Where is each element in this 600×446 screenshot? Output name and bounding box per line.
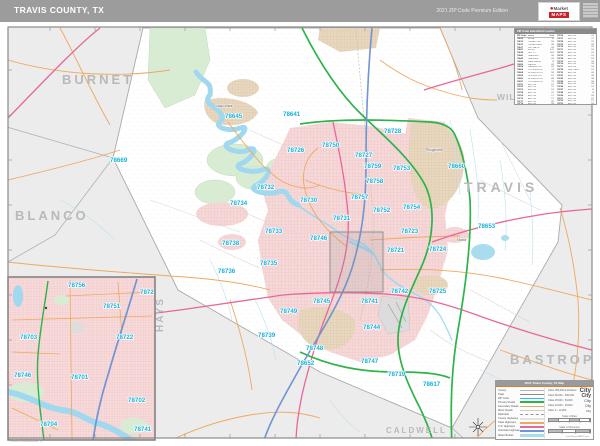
inset-zip-label: 78746: [14, 372, 32, 379]
zip-label: 78723: [401, 228, 419, 235]
map-legend: 2021 Travis County, TX Map County State ZI…: [495, 380, 594, 440]
zip-label: 78726: [287, 147, 305, 154]
city-label: Pflugerville: [426, 148, 443, 152]
zip-label: 78758: [366, 178, 384, 185]
county-label: BURNET: [62, 72, 134, 87]
zip-label: 78742: [391, 288, 409, 295]
zip-label: 78748: [306, 345, 324, 352]
zip-label: 78752: [373, 207, 391, 214]
copyright-note: ©2021 MarketMAPS: [10, 439, 42, 443]
city-label: Lago Vista: [216, 104, 232, 108]
legend-right-column: Cities 250,000 and Above City Cities 50,00…: [544, 388, 591, 438]
legend-city-size-row: Cities 0 - 10,000 City: [548, 408, 591, 413]
legend-items: County State ZIP Code Primary Roads Secondar…: [498, 388, 544, 438]
zip-label: 78725: [429, 288, 447, 295]
austin-city-dot: [44, 306, 48, 310]
barcode: [583, 3, 598, 18]
logo-brand-bottom: MAPS: [549, 11, 569, 18]
zip-label: 78732: [257, 184, 275, 191]
legend-note: www.MarketMAPS.com: [566, 436, 589, 438]
map-page: AustinPflugervilleManorLago Vista BURNET…: [0, 0, 600, 446]
title-bar: TRAVIS COUNTY, TX 2021 ZIP Code Premium …: [0, 0, 600, 24]
zip-label: 78735: [260, 260, 278, 267]
zip-label: 78641: [283, 111, 301, 118]
county-label: BLANCO: [15, 208, 89, 223]
page-title: TRAVIS COUNTY, TX: [14, 5, 105, 15]
scale-bar-miles: Scale in Miles 02468: [548, 414, 591, 424]
zip-label: 78738: [222, 240, 240, 247]
edition-label: 2021 ZIP Code Premium Edition: [436, 8, 508, 14]
zip-label: 78749: [280, 308, 298, 315]
logo-brand-top: Market: [553, 5, 569, 11]
zip-label: 78759: [364, 163, 382, 170]
zip-label: 78727: [355, 152, 373, 159]
zip-label: 78652: [297, 360, 315, 367]
zip-table-row: 78753 AUSTIN D8: [557, 103, 594, 105]
zip-label: 78736: [218, 268, 236, 275]
zip-label: 78747: [361, 358, 379, 365]
zip-label: 78739: [258, 332, 276, 339]
inset-coverage-box: [329, 231, 384, 293]
county-label: TRAVIS: [464, 179, 538, 195]
inset-zip-label: 78751: [103, 303, 121, 310]
zip-label: 78754: [403, 204, 421, 211]
legend-city-sizes: Cities 250,000 and Above City Cities 50,00…: [548, 388, 591, 413]
city-label: Manor: [457, 238, 467, 242]
inset-zip-label: 78722: [116, 334, 134, 341]
inset-zip-label: 78701: [71, 374, 89, 381]
county-label: BASTROP: [510, 352, 595, 367]
inset-zip-label: 78741: [134, 426, 152, 433]
zip-label: 78660: [448, 163, 466, 170]
legend-item: Water Bodies: [498, 433, 544, 437]
zip-label: 78617: [423, 381, 441, 388]
zip-label: 78721: [387, 247, 405, 254]
zip-label: 78753: [393, 165, 411, 172]
zip-label: 78653: [478, 223, 496, 230]
inset-campus: [70, 322, 83, 333]
scale-bar-km: Scale in Kilometers 0 4 8 12: [548, 425, 591, 435]
zip-label: 78745: [313, 298, 331, 305]
county-label: CALDWELL: [386, 426, 447, 435]
inset-zip-label: 78756: [68, 282, 86, 289]
marketmaps-logo: ●Market MAPS: [538, 2, 580, 21]
zip-label: 78730: [300, 197, 318, 204]
zip-label: 78669: [110, 157, 128, 164]
zip-label: 78750: [322, 142, 340, 149]
zip-label: 78746: [310, 235, 328, 242]
inset-map[interactable]: 78756787237875178703 7872278746 7870178702…: [8, 277, 158, 444]
zip-label: 78724: [429, 246, 447, 253]
zip-label: 78731: [333, 215, 351, 222]
zip-code-index-table[interactable]: ZIP Code Index/Grid Locator ZIP Code Name…: [514, 28, 597, 105]
zip-label: 78728: [384, 128, 402, 135]
zip-label: 78744: [363, 324, 381, 331]
zip-table-row: 78719 AUSTIN H8: [517, 103, 554, 105]
zip-label: 78757: [351, 194, 369, 201]
inset-zip-label: 78703: [20, 334, 38, 341]
zip-label: 78733: [265, 228, 283, 235]
zip-table-body: ZIP Code Name Grid 78610 BUDA J6 78612 CEDAR CR…: [515, 34, 596, 105]
zip-label: 78741: [361, 298, 379, 305]
county-label: HAYS: [155, 297, 166, 332]
zip-label: 78645: [225, 113, 243, 120]
zip-label: 78719: [388, 371, 406, 378]
zip-label: 78734: [230, 200, 248, 207]
inset-zip-label: 78704: [40, 421, 58, 428]
inset-zip-label: 78702: [128, 397, 146, 404]
